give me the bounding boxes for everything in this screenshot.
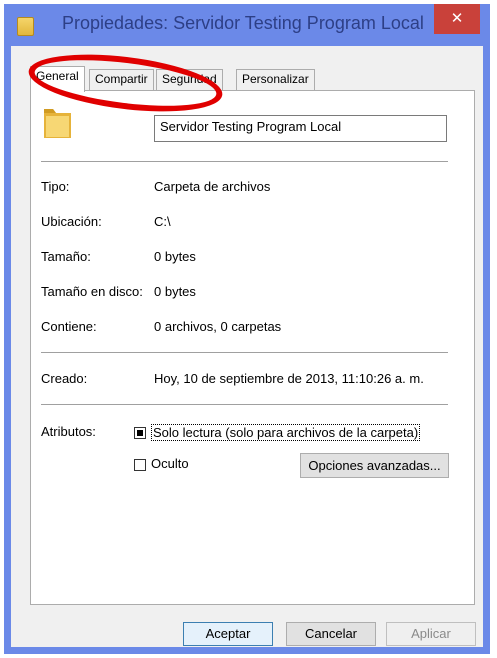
contains-value: 0 archivos, 0 carpetas — [154, 319, 282, 334]
cancel-button[interactable]: Cancelar — [286, 622, 376, 646]
folder-name-input[interactable]: Servidor Testing Program Local — [154, 115, 447, 142]
size-on-disk-value: 0 bytes — [154, 284, 196, 299]
hidden-label[interactable]: Oculto — [151, 456, 189, 471]
tab-compartir[interactable]: Compartir — [89, 69, 154, 90]
type-label: Tipo: — [41, 179, 70, 194]
dialog-client: General Compartir Seguridad Personalizar… — [11, 46, 483, 647]
size-on-disk-label: Tamaño en disco: — [41, 284, 143, 299]
size-value: 0 bytes — [154, 249, 196, 264]
separator — [41, 404, 448, 405]
location-value: C:\ — [154, 214, 171, 229]
attributes-label: Atributos: — [41, 424, 96, 439]
location-label: Ubicación: — [41, 214, 102, 229]
advanced-options-button[interactable]: Opciones avanzadas... — [300, 453, 449, 478]
close-button[interactable]: ✕ — [434, 4, 480, 34]
tab-strip: General Compartir Seguridad Personalizar — [11, 46, 483, 96]
folder-icon — [44, 109, 71, 138]
type-value: Carpeta de archivos — [154, 179, 271, 194]
tab-personalizar[interactable]: Personalizar — [236, 69, 315, 90]
tab-seguridad[interactable]: Seguridad — [156, 69, 223, 90]
separator — [41, 161, 448, 162]
created-label: Creado: — [41, 371, 88, 386]
properties-window: Propiedades: Servidor Testing Program Lo… — [4, 4, 490, 654]
ok-button[interactable]: Aceptar — [183, 622, 273, 646]
window-title: Propiedades: Servidor Testing Program Lo… — [62, 13, 424, 33]
folder-icon — [17, 17, 34, 36]
hidden-checkbox[interactable] — [134, 459, 146, 471]
apply-button[interactable]: Aplicar — [386, 622, 476, 646]
title-bar[interactable]: Propiedades: Servidor Testing Program Lo… — [4, 4, 490, 46]
separator — [41, 352, 448, 353]
created-value: Hoy, 10 de septiembre de 2013, 11:10:26 … — [154, 371, 424, 386]
general-panel: Servidor Testing Program Local Tipo: Car… — [30, 90, 475, 605]
tab-general[interactable]: General — [30, 66, 85, 92]
size-label: Tamaño: — [41, 249, 91, 264]
contains-label: Contiene: — [41, 319, 97, 334]
readonly-checkbox[interactable] — [134, 427, 146, 439]
readonly-label[interactable]: Solo lectura (solo para archivos de la c… — [151, 424, 421, 441]
